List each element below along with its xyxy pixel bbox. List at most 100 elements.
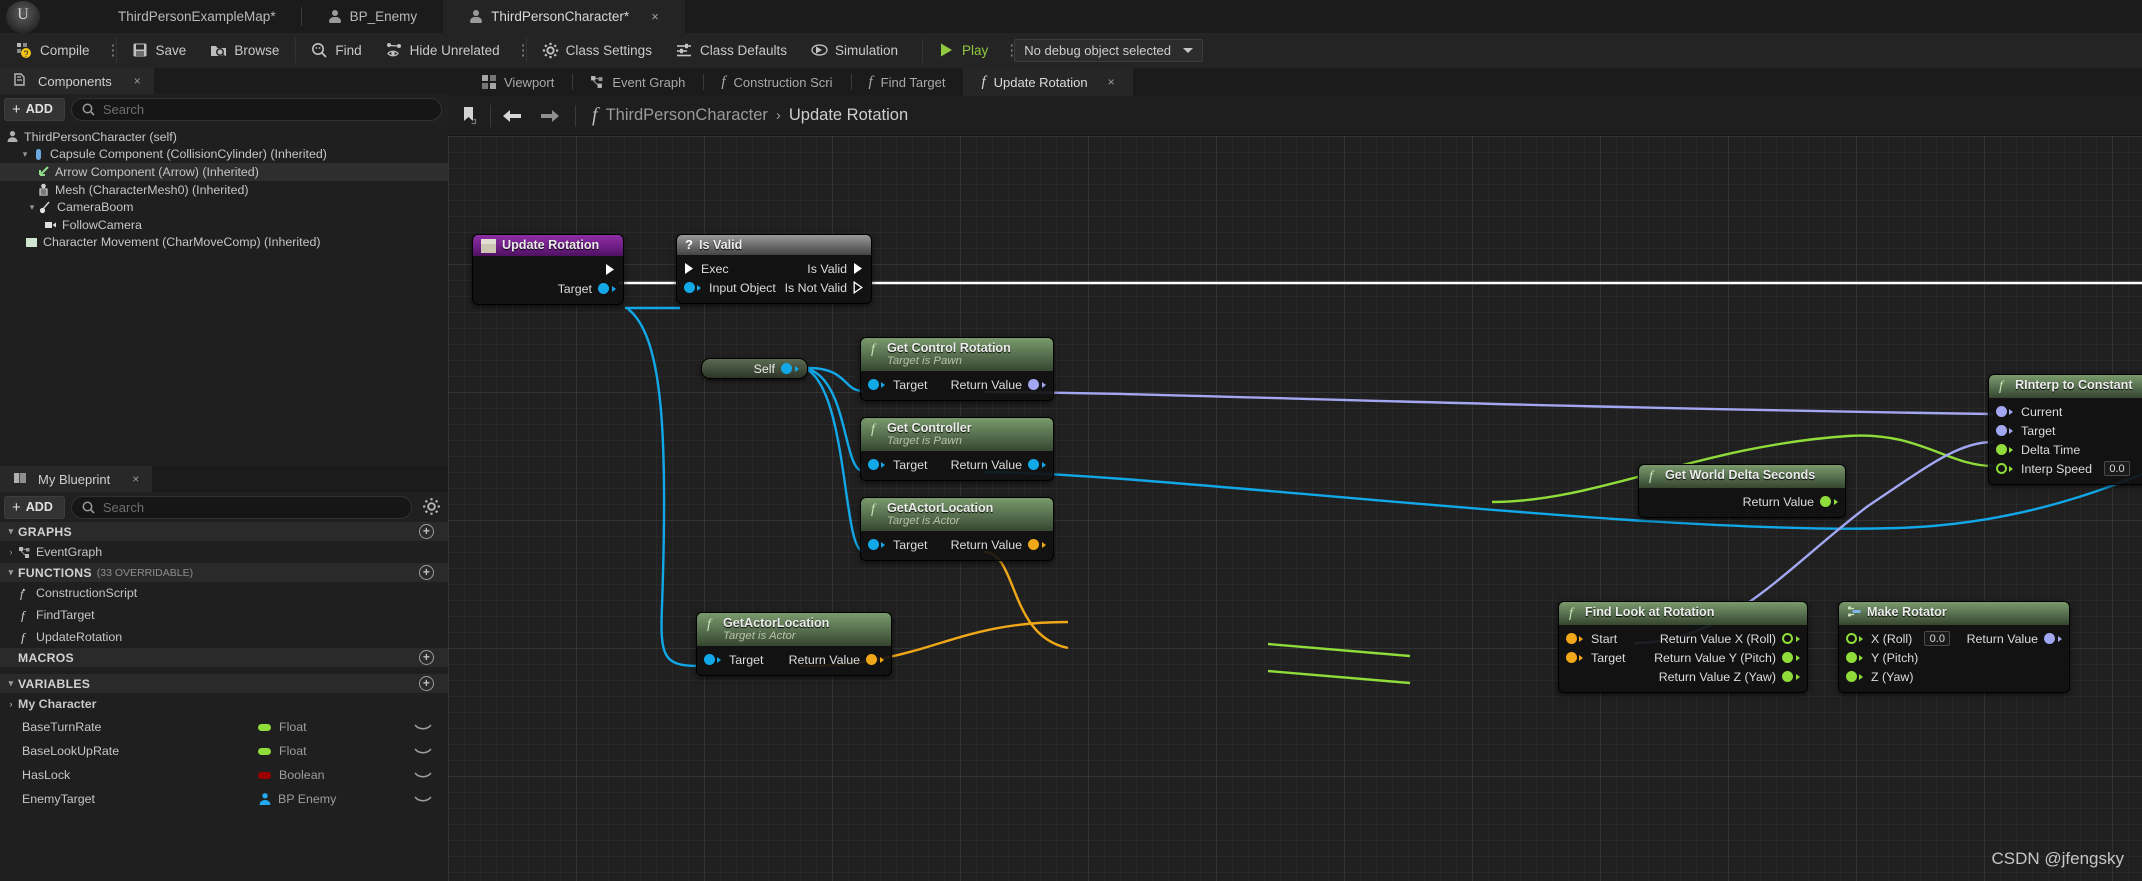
tab-components[interactable]: Components ×	[0, 68, 154, 94]
forward-button[interactable]	[535, 101, 565, 131]
interp-speed-input[interactable]: 0.0	[2103, 461, 2130, 476]
function-row-constructionscript[interactable]: f ConstructionScript	[0, 582, 448, 604]
pin-target-in[interactable]: Target	[861, 458, 927, 472]
hide-unrelated-button[interactable]: Hide Unrelated	[374, 33, 512, 68]
node-make-rotator[interactable]: Make Rotator X (Roll) 0.0 Return Value Y…	[1838, 601, 2070, 693]
eye-closed-icon[interactable]	[414, 746, 432, 756]
window-tab-bp-enemy[interactable]: BP_Enemy	[302, 0, 444, 33]
pin-exec-in[interactable]: Exec	[677, 262, 729, 276]
node-rinterp-to-constant[interactable]: f RInterp to Constant Current Target Del…	[1988, 374, 2142, 485]
pin-return-value-out[interactable]: Return Value	[951, 458, 1053, 472]
add-macro-button[interactable]: +	[419, 650, 434, 665]
variable-row-enemytarget[interactable]: EnemyTarget BP Enemy	[0, 787, 448, 811]
component-row-capsule[interactable]: ▾ Capsule Component (CollisionCylinder) …	[0, 146, 448, 164]
pin-isnotvalid-out[interactable]: Is Not Valid	[785, 281, 871, 295]
components-add-button[interactable]: + ADD	[4, 97, 65, 121]
node-update-rotation[interactable]: Update Rotation Target	[472, 234, 624, 305]
node-find-look-at-rotation[interactable]: f Find Look at Rotation Start Return Val…	[1558, 601, 1808, 693]
hide-unrelated-options-button[interactable]	[512, 43, 522, 58]
node-get-actor-location-2[interactable]: f GetActorLocation Target is Actor Targe…	[696, 612, 892, 676]
component-row-followcamera[interactable]: FollowCamera	[0, 216, 448, 234]
component-row-cameraboom[interactable]: ▾ CameraBoom	[0, 198, 448, 216]
variable-row-haslock[interactable]: HasLock Boolean	[0, 763, 448, 787]
bookmark-icon[interactable]	[454, 101, 484, 131]
eye-closed-icon[interactable]	[414, 794, 432, 804]
component-row-self[interactable]: ThirdPersonCharacter (self)	[0, 128, 448, 146]
add-function-button[interactable]: +	[419, 565, 434, 580]
chevron-down-icon[interactable]: ▾	[4, 567, 18, 578]
myblueprint-add-button[interactable]: + ADD	[4, 495, 65, 519]
browse-button[interactable]: Browse	[198, 33, 291, 68]
tab-find-target[interactable]: f Find Target	[850, 68, 964, 96]
node-get-actor-location-1[interactable]: f GetActorLocation Target is Actor Targe…	[860, 497, 1054, 561]
section-header-macros[interactable]: MACROS +	[0, 648, 448, 667]
variable-category-my-character[interactable]: › My Character	[0, 693, 448, 715]
variable-row-baselookuprate[interactable]: BaseLookUpRate Float	[0, 739, 448, 763]
node-get-world-delta-seconds[interactable]: f Get World Delta Seconds Return Value	[1638, 464, 1846, 518]
pin-return-value-out[interactable]: Return Value	[1967, 632, 2069, 646]
pin-input-object[interactable]: Input Object	[677, 281, 776, 295]
myblueprint-search-input[interactable]: Search	[70, 495, 412, 519]
component-row-arrow[interactable]: Arrow Component (Arrow) (Inherited)	[0, 163, 448, 181]
window-tab-map[interactable]: ThirdPersonExampleMap*	[50, 0, 302, 33]
pin-target-in[interactable]: Target	[861, 538, 927, 552]
debug-object-select[interactable]: No debug object selected	[1014, 39, 1204, 62]
compile-button[interactable]: ? Compile	[4, 33, 102, 68]
eye-closed-icon[interactable]	[414, 770, 432, 780]
chevron-right-icon[interactable]: ›	[4, 699, 18, 709]
chevron-down-icon[interactable]: ▾	[25, 202, 39, 213]
pin-return-value-out[interactable]: Return Value	[951, 378, 1053, 392]
tab-update-rotation[interactable]: f Update Rotation ×	[963, 68, 1133, 96]
node-get-control-rotation[interactable]: f Get Control Rotation Target is Pawn Ta…	[860, 337, 1054, 401]
window-tab-thirdpersoncharacter[interactable]: ThirdPersonCharacter* ×	[443, 0, 685, 33]
pin-roll-in[interactable]: X (Roll) 0.0	[1839, 631, 1951, 646]
function-row-updaterotation[interactable]: f UpdateRotation	[0, 626, 448, 648]
pin-target-in[interactable]: Target	[861, 378, 927, 392]
play-options-button[interactable]	[1000, 43, 1010, 58]
tab-event-graph[interactable]: Event Graph	[572, 68, 703, 96]
section-header-graphs[interactable]: ▾ GRAPHS +	[0, 522, 448, 541]
pin-target-in[interactable]: Target	[1559, 651, 1625, 665]
roll-value-input[interactable]: 0.0	[1924, 631, 1951, 646]
gear-icon[interactable]	[422, 497, 442, 517]
pin-target-in[interactable]: Target	[1989, 424, 2055, 438]
pin-pitch-in[interactable]: Y (Pitch)	[1839, 651, 1918, 665]
tab-viewport[interactable]: Viewport	[448, 68, 572, 96]
eye-closed-icon[interactable]	[414, 722, 432, 732]
close-icon[interactable]: ×	[134, 74, 141, 88]
pin-isvalid-out[interactable]: Is Valid	[807, 262, 871, 276]
graph-row-eventgraph[interactable]: › EventGraph	[0, 541, 448, 563]
pin-start-in[interactable]: Start	[1559, 632, 1617, 646]
breadcrumb-parent[interactable]: ThirdPersonCharacter	[606, 106, 768, 125]
find-button[interactable]: Find	[299, 33, 373, 68]
tab-construction-script[interactable]: f Construction Scri	[703, 68, 850, 96]
components-search-input[interactable]: Search	[70, 97, 442, 121]
node-get-controller[interactable]: f Get Controller Target is Pawn Target R…	[860, 417, 1054, 481]
node-is-valid[interactable]: ? Is Valid Exec Is Valid Input Object Is…	[676, 234, 872, 304]
tab-my-blueprint[interactable]: My Blueprint ×	[0, 466, 153, 492]
add-variable-button[interactable]: +	[419, 676, 434, 691]
pin-interp-speed-in[interactable]: Interp Speed 0.0	[1989, 461, 2130, 476]
function-row-findtarget[interactable]: f FindTarget	[0, 604, 448, 626]
variable-row-baseturnrate[interactable]: BaseTurnRate Float	[0, 715, 448, 739]
compile-options-button[interactable]	[102, 43, 112, 58]
class-settings-button[interactable]: Class Settings	[530, 33, 664, 68]
pin-return-value-out[interactable]: Return Value	[1743, 495, 1845, 509]
component-row-mesh[interactable]: Mesh (CharacterMesh0) (Inherited)	[0, 181, 448, 199]
add-graph-button[interactable]: +	[419, 524, 434, 539]
close-icon[interactable]: ×	[132, 472, 139, 486]
simulation-button[interactable]: Simulation	[799, 33, 910, 68]
pin-yaw-in[interactable]: Z (Yaw)	[1839, 670, 1913, 684]
component-row-charactermovement[interactable]: Character Movement (CharMoveComp) (Inher…	[0, 234, 448, 252]
node-self[interactable]: Self	[701, 358, 808, 379]
save-button[interactable]: Save	[120, 33, 199, 68]
pin-delta-time-in[interactable]: Delta Time	[1989, 443, 2080, 457]
close-icon[interactable]: ×	[651, 9, 659, 24]
pin-exec-out[interactable]	[605, 263, 623, 276]
close-icon[interactable]: ×	[1108, 75, 1115, 89]
chevron-down-icon[interactable]: ▾	[18, 149, 32, 160]
pin-return-pitch-out[interactable]: Return Value Y (Pitch)	[1654, 651, 1807, 665]
blueprint-canvas[interactable]: Update Rotation Target ? Is Valid Exec I…	[448, 136, 2142, 881]
class-defaults-button[interactable]: Class Defaults	[664, 33, 799, 68]
section-header-functions[interactable]: ▾ FUNCTIONS (33 OVERRIDABLE) +	[0, 563, 448, 582]
